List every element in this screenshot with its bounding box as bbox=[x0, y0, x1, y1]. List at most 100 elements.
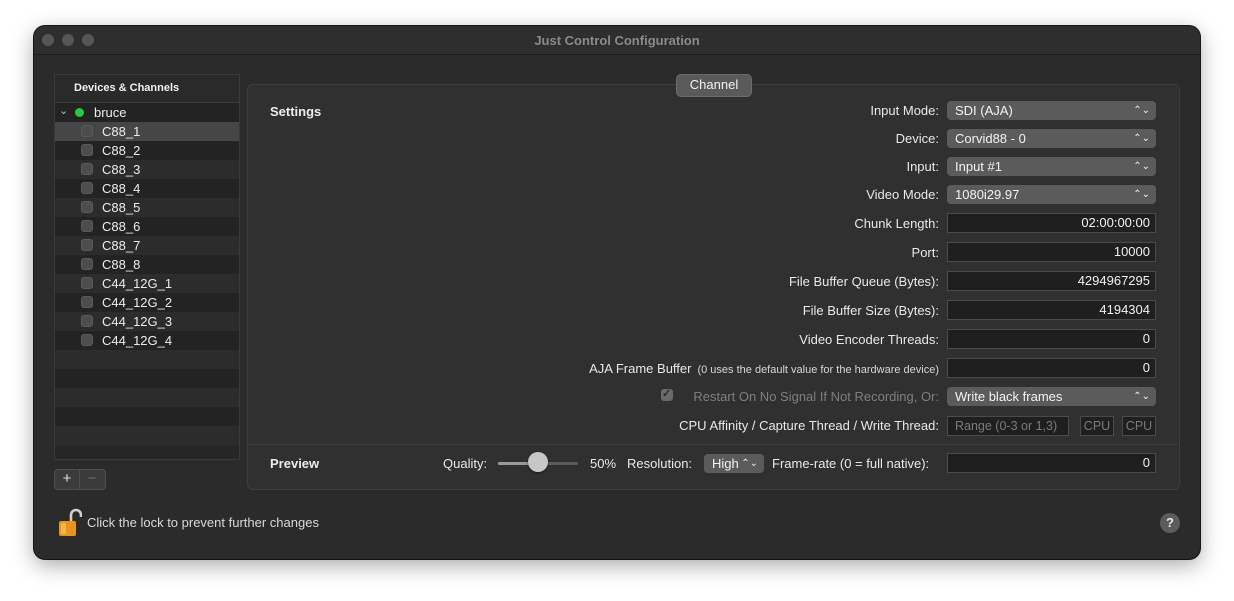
channel-label: C88_6 bbox=[102, 219, 141, 234]
updown-arrows-icon: ⌃⌄ bbox=[1133, 161, 1150, 172]
channel-label: C88_5 bbox=[102, 200, 141, 215]
port-label: Port: bbox=[911, 245, 939, 260]
devices-channels-list: Devices & Channels ⌄ bruce C88_1 C88_2 C… bbox=[54, 74, 240, 460]
add-remove-control: + − bbox=[54, 469, 106, 490]
aja-frame-buffer-hint: (0 uses the default value for the hardwa… bbox=[697, 364, 939, 376]
input-popup[interactable]: Input #1 ⌃⌄ bbox=[947, 157, 1156, 176]
file-buffer-queue-field[interactable]: 4294967295 bbox=[947, 271, 1156, 291]
settings-section-label: Settings bbox=[270, 104, 322, 119]
cpu-affinity-range-field[interactable]: Range (0-3 or 1,3) bbox=[947, 416, 1069, 436]
lock-open-icon[interactable] bbox=[58, 508, 82, 538]
aja-frame-buffer-title: AJA Frame Buffer bbox=[589, 361, 692, 376]
channel-checkbox[interactable] bbox=[81, 125, 93, 137]
device-name: bruce bbox=[94, 105, 127, 120]
sidebar-header: Devices & Channels bbox=[55, 75, 239, 103]
aja-frame-buffer-label: AJA Frame Buffer (0 uses the default valu… bbox=[589, 361, 939, 376]
video-mode-popup[interactable]: 1080i29.97 ⌃⌄ bbox=[947, 185, 1156, 204]
title-bar: Just Control Configuration bbox=[34, 26, 1200, 55]
channel-row[interactable]: C88_7 bbox=[55, 236, 239, 255]
checkmark-icon: ✓ bbox=[662, 388, 672, 400]
status-dot-icon bbox=[75, 108, 84, 117]
port-field[interactable]: 10000 bbox=[947, 242, 1156, 262]
channel-checkbox[interactable] bbox=[81, 163, 93, 175]
empty-row bbox=[55, 350, 239, 369]
device-row-bruce[interactable]: ⌄ bruce bbox=[55, 103, 239, 122]
input-mode-popup[interactable]: SDI (AJA) ⌃⌄ bbox=[947, 101, 1156, 120]
chevron-down-icon[interactable]: ⌄ bbox=[59, 104, 68, 117]
chunk-length-field[interactable]: 02:00:00:00 bbox=[947, 213, 1156, 233]
add-channel-button[interactable]: + bbox=[55, 470, 80, 489]
channel-row[interactable]: C88_8 bbox=[55, 255, 239, 274]
channel-label: C88_7 bbox=[102, 238, 141, 253]
preview-section-label: Preview bbox=[270, 456, 320, 471]
updown-arrows-icon: ⌃⌄ bbox=[1133, 105, 1150, 116]
channel-checkbox[interactable] bbox=[81, 239, 93, 251]
capture-thread-cpu-field[interactable]: CPU bbox=[1080, 416, 1114, 436]
channel-checkbox[interactable] bbox=[81, 334, 93, 346]
empty-row bbox=[55, 388, 239, 407]
channel-row[interactable]: C44_12G_4 bbox=[55, 331, 239, 350]
device-value: Corvid88 - 0 bbox=[955, 131, 1026, 146]
channel-label: C88_1 bbox=[102, 124, 141, 139]
framerate-field[interactable]: 0 bbox=[947, 453, 1156, 473]
video-encoder-threads-field[interactable]: 0 bbox=[947, 329, 1156, 349]
no-signal-action-popup[interactable]: Write black frames ⌃⌄ bbox=[947, 387, 1156, 406]
channel-label: C88_8 bbox=[102, 257, 141, 272]
channel-label: C44_12G_2 bbox=[102, 295, 173, 310]
channel-row[interactable]: C88_4 bbox=[55, 179, 239, 198]
channel-checkbox[interactable] bbox=[81, 258, 93, 270]
chunk-length-label: Chunk Length: bbox=[854, 216, 939, 231]
channel-label: C88_4 bbox=[102, 181, 141, 196]
configuration-window: Just Control Configuration Devices & Cha… bbox=[34, 26, 1200, 559]
channel-row[interactable]: C44_12G_1 bbox=[55, 274, 239, 293]
updown-arrows-icon: ⌃⌄ bbox=[1133, 391, 1150, 402]
help-icon[interactable]: ? bbox=[1160, 513, 1180, 533]
restart-on-no-signal-checkbox[interactable]: ✓ bbox=[661, 388, 673, 401]
framerate-label: Frame-rate (0 = full native): bbox=[772, 456, 930, 471]
channel-checkbox[interactable] bbox=[81, 277, 93, 289]
write-thread-cpu-field[interactable]: CPU bbox=[1122, 416, 1156, 436]
resolution-popup[interactable]: High ⌃⌄ bbox=[704, 454, 764, 473]
channel-checkbox[interactable] bbox=[81, 296, 93, 308]
channel-row[interactable]: C88_2 bbox=[55, 141, 239, 160]
channel-row[interactable]: C88_1 bbox=[55, 122, 239, 141]
file-buffer-size-label: File Buffer Size (Bytes): bbox=[802, 303, 939, 318]
video-mode-value: 1080i29.97 bbox=[955, 187, 1020, 202]
remove-channel-button[interactable]: − bbox=[80, 470, 104, 489]
channel-checkbox[interactable] bbox=[81, 220, 93, 232]
channel-checkbox[interactable] bbox=[81, 315, 93, 327]
channel-checkbox[interactable] bbox=[81, 201, 93, 213]
channel-checkbox[interactable] bbox=[81, 182, 93, 194]
channel-checkbox[interactable] bbox=[81, 144, 93, 156]
channel-label: C44_12G_1 bbox=[102, 276, 173, 291]
input-label: Input: bbox=[906, 159, 939, 174]
empty-row bbox=[55, 407, 239, 426]
quality-slider-knob[interactable] bbox=[528, 452, 548, 472]
restart-on-no-signal-label: Restart On No Signal If Not Recording, O… bbox=[693, 389, 939, 404]
channel-row[interactable]: C44_12G_2 bbox=[55, 293, 239, 312]
channel-label: C44_12G_4 bbox=[102, 333, 173, 348]
empty-row bbox=[55, 426, 239, 445]
resolution-value: High bbox=[712, 456, 739, 471]
channel-row[interactable]: C88_5 bbox=[55, 198, 239, 217]
resolution-label: Resolution: bbox=[627, 456, 693, 471]
channel-label: C88_2 bbox=[102, 143, 141, 158]
device-popup[interactable]: Corvid88 - 0 ⌃⌄ bbox=[947, 129, 1156, 148]
channel-row[interactable]: C88_6 bbox=[55, 217, 239, 236]
empty-row bbox=[55, 369, 239, 388]
window-title: Just Control Configuration bbox=[534, 33, 700, 48]
input-mode-label: Input Mode: bbox=[870, 103, 939, 118]
aja-frame-buffer-field[interactable]: 0 bbox=[947, 358, 1156, 378]
video-encoder-threads-label: Video Encoder Threads: bbox=[799, 332, 939, 347]
channel-row[interactable]: C44_12G_3 bbox=[55, 312, 239, 331]
tab-channel[interactable]: Channel bbox=[676, 74, 752, 97]
file-buffer-queue-label: File Buffer Queue (Bytes): bbox=[788, 274, 939, 289]
device-label: Device: bbox=[895, 131, 939, 146]
lock-text: Click the lock to prevent further change… bbox=[87, 515, 319, 530]
updown-arrows-icon: ⌃⌄ bbox=[1133, 133, 1150, 144]
channel-label: C88_3 bbox=[102, 162, 141, 177]
updown-arrows-icon: ⌃⌄ bbox=[1133, 189, 1150, 200]
channel-row[interactable]: C88_3 bbox=[55, 160, 239, 179]
file-buffer-size-field[interactable]: 4194304 bbox=[947, 300, 1156, 320]
video-mode-label: Video Mode: bbox=[866, 187, 939, 202]
